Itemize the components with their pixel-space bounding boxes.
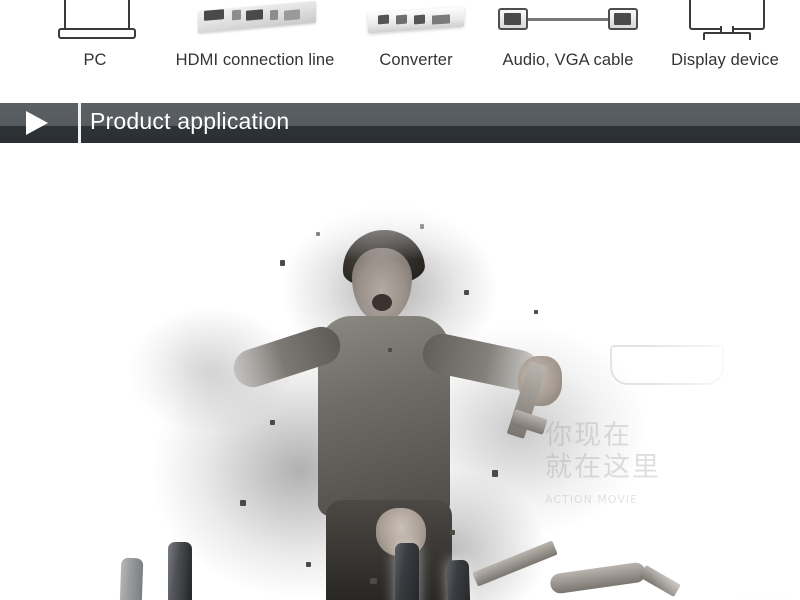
watermark-line-1: 你现在 (545, 420, 632, 451)
hdmi-cable-icon (165, 0, 345, 40)
section-title: Product application (90, 108, 290, 134)
diagram-label-hdmi: HDMI connection line (175, 51, 335, 69)
diagram-label-vga: Audio, VGA cable (502, 51, 634, 69)
converter-box-icon (358, 0, 474, 40)
tower-speaker-3 (395, 543, 419, 600)
diagram-label-converter: Converter (379, 51, 453, 69)
banner-divider (78, 103, 81, 143)
watermark-subtext: ACTION MOVIE (545, 493, 639, 506)
watermark-line-2: 就在这里 (545, 452, 661, 483)
monitor-icon (655, 0, 795, 40)
poster-prop-barrel (472, 540, 558, 587)
poster-logo-watermark (610, 345, 724, 385)
section-banner: Product application (0, 103, 800, 143)
diagram-label-display: Display device (671, 51, 779, 69)
product-application-scene: 你现在 就在这里 ACTION MOVIE Video Converter (0, 150, 800, 600)
diagram-item-converter: Converter (358, 0, 474, 90)
play-triangle-icon (26, 111, 48, 135)
tower-speaker-1 (114, 557, 144, 600)
diagram-label-pc: PC (83, 51, 107, 69)
vga-cable-icon (488, 0, 648, 40)
diagram-item-vga: Audio, VGA cable (488, 0, 648, 90)
laptop-icon (35, 0, 155, 40)
diagram-item-hdmi: HDMI connection line (165, 0, 345, 90)
tower-speaker-2 (168, 542, 192, 600)
diagram-item-pc: PC (35, 0, 155, 90)
banner-arrow-cell (0, 103, 78, 143)
connection-diagram-row: PC HDMI connection line Converter Audio,… (0, 0, 800, 90)
diagram-item-display: Display device (655, 0, 795, 90)
poster-figure (120, 170, 720, 600)
poster-prop-silencer (549, 561, 647, 595)
poster-watermark-text: 你现在 就在这里 ACTION MOVIE (545, 420, 715, 516)
poster-prop-magazine (639, 564, 681, 598)
